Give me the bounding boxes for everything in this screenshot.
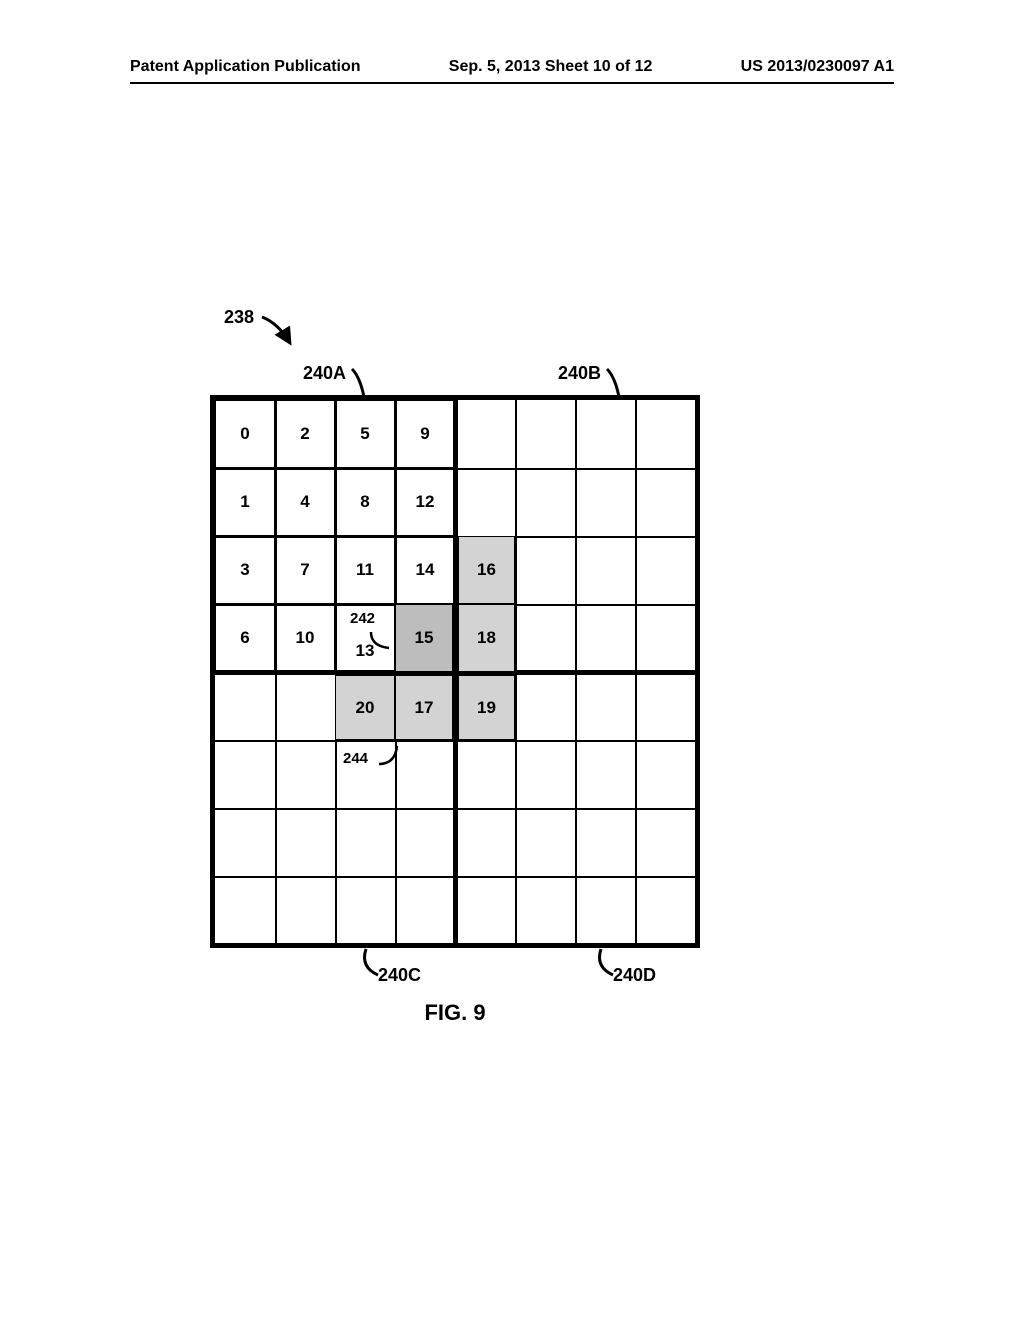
cell-3-4: 18 — [458, 604, 515, 672]
grid: 0 2 5 9 1 4 8 12 3 7 11 14 16 6 10 13 15… — [210, 395, 700, 948]
header-right: US 2013/0230097 A1 — [741, 58, 894, 76]
ref-240c: 240C — [378, 965, 421, 986]
cell-2-4: 16 — [458, 536, 515, 604]
cell-4-2: 20 — [335, 675, 395, 740]
cell-3-1: 10 — [275, 604, 335, 672]
arrow-238-icon — [260, 315, 300, 355]
cell-0-0: 0 — [215, 400, 275, 468]
ref-238: 238 — [224, 307, 254, 328]
cell-1-2: 8 — [335, 468, 395, 536]
ref-242: 242 — [350, 610, 375, 627]
cell-3-3: 15 — [395, 604, 453, 672]
cell-2-1: 7 — [275, 536, 335, 604]
cell-1-1: 4 — [275, 468, 335, 536]
hook-244-icon — [377, 744, 401, 768]
figure-caption: FIG. 9 — [424, 1000, 485, 1026]
cell-0-2: 5 — [335, 400, 395, 468]
cell-2-3: 14 — [395, 536, 455, 604]
cell-3-0: 6 — [215, 604, 275, 672]
hook-242-icon — [369, 630, 393, 652]
page-header: Patent Application Publication Sep. 5, 2… — [130, 58, 894, 76]
ref-240a: 240A — [303, 363, 346, 384]
cell-1-3: 12 — [395, 468, 455, 536]
cell-1-0: 1 — [215, 468, 275, 536]
cell-4-3: 17 — [395, 675, 453, 740]
cell-2-0: 3 — [215, 536, 275, 604]
header-rule — [130, 82, 894, 84]
header-center: Sep. 5, 2013 Sheet 10 of 12 — [449, 58, 653, 76]
cell-0-3: 9 — [395, 400, 455, 468]
ref-244: 244 — [343, 750, 368, 767]
header-left: Patent Application Publication — [130, 58, 361, 76]
cell-2-2: 11 — [335, 536, 395, 604]
cell-0-1: 2 — [275, 400, 335, 468]
figure-9: 238 240A 240B — [210, 295, 700, 848]
ref-240d: 240D — [613, 965, 656, 986]
ref-240b: 240B — [558, 363, 601, 384]
cell-4-4: 19 — [458, 675, 515, 740]
